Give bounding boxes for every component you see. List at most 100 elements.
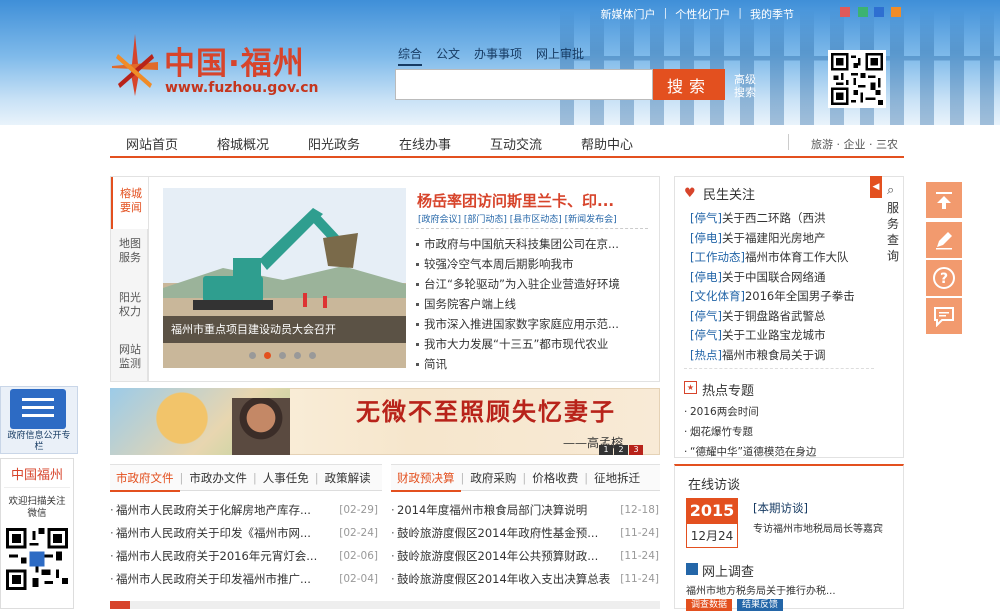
search-icon[interactable]: ⌕ xyxy=(887,183,894,198)
chat-icon[interactable] xyxy=(926,298,962,334)
tab-policy[interactable]: 政策解读 xyxy=(319,470,377,486)
item-title[interactable]: 福州市人民政府关于印发福州市推广... xyxy=(116,572,311,586)
item-title[interactable]: 关于铜盘路省武警总 xyxy=(722,309,826,323)
list-item[interactable]: [停气]关于铜盘路省武警总 xyxy=(690,307,870,327)
banner-title[interactable]: 无微不至照顾失忆妻子 xyxy=(356,392,616,427)
item-title[interactable]: 鼓岭旅游度假区2014年公共预算财政... xyxy=(397,549,598,563)
skin-blue-swatch[interactable] xyxy=(874,7,884,17)
list-item[interactable]: 2014年度福州市粮食局部门决算说明 [12-18] xyxy=(391,499,659,522)
list-item[interactable]: 福州市人民政府关于化解房地产库存... [02-29] xyxy=(110,499,378,522)
side-tab-map[interactable]: 地图服务 xyxy=(111,237,149,265)
list-item[interactable]: “德耀中华”道德模范在身边 xyxy=(684,442,874,462)
carousel-dot[interactable] xyxy=(249,352,256,359)
logo-url[interactable]: www.fuzhou.gov.cn xyxy=(165,80,319,96)
list-item[interactable]: [文化体育]2016年全国男子拳击 xyxy=(690,287,870,307)
carousel-dot[interactable] xyxy=(294,352,301,359)
list-item[interactable]: [热点]福州市粮食局关于调 xyxy=(690,346,870,366)
carousel-dot[interactable] xyxy=(279,352,286,359)
list-item[interactable]: [停气]关于西二环路（西洪 xyxy=(690,209,870,229)
tab-appointments[interactable]: 人事任免 xyxy=(257,470,315,486)
item-tag[interactable]: [工作动态] xyxy=(690,250,745,264)
nav-online-services[interactable]: 在线办事 xyxy=(399,134,451,153)
interview-tag[interactable]: [本期访谈] xyxy=(753,500,808,516)
list-item[interactable]: 我市大力发展“十三五”都市现代农业 xyxy=(416,334,656,354)
list-item[interactable]: 台江“多轮驱动”为入驻企业营造好环境 xyxy=(416,274,656,294)
item-tag[interactable]: [文化体育] xyxy=(690,289,745,303)
carousel-dot-active[interactable] xyxy=(264,352,271,359)
item-title[interactable]: 关于工业路宝龙城市 xyxy=(722,328,826,342)
chevron-left-icon[interactable]: ◀ xyxy=(870,176,882,198)
side-tab-power[interactable]: 阳光权力 xyxy=(111,291,149,319)
list-item[interactable]: 市政府与中国航天科技集团公司在京... xyxy=(416,234,656,254)
interview-link[interactable]: 专访福州市地税局局长等嘉宾 xyxy=(753,520,883,535)
top-icon[interactable] xyxy=(926,182,962,218)
wechat-title[interactable]: 中国福州 xyxy=(4,464,70,488)
logo-text[interactable]: 中国·福州 xyxy=(164,38,305,83)
list-item[interactable]: [停电]关于中国联合网络通 xyxy=(690,268,870,288)
service-query-tab[interactable]: 服务查询 xyxy=(884,200,902,264)
nav-gov-affairs[interactable]: 阳光政务 xyxy=(308,134,360,153)
tab-pricing[interactable]: 价格收费 xyxy=(526,470,584,486)
nav-interaction[interactable]: 互动交流 xyxy=(490,134,542,153)
advanced-search-link[interactable]: 高级搜索 xyxy=(734,73,762,99)
list-item[interactable]: 福州市人民政府关于2016年元宵灯会... [02-06] xyxy=(110,545,378,568)
carousel-dot[interactable] xyxy=(309,352,316,359)
item-tag[interactable]: [停气] xyxy=(690,309,722,323)
list-item[interactable]: 鼓岭旅游度假区2014年政府性基金预... [11-24] xyxy=(391,522,659,545)
headline-link[interactable]: 杨岳率团访问斯里兰卡、印... xyxy=(417,190,614,211)
item-title[interactable]: 福州市人民政府关于2016年元宵灯会... xyxy=(116,549,317,563)
list-item[interactable]: 烟花爆竹专题 xyxy=(684,422,874,442)
item-title[interactable]: 关于福建阳光房地产 xyxy=(722,231,826,245)
survey-data-button[interactable]: 调查数据 xyxy=(686,599,732,611)
edit-icon[interactable] xyxy=(926,222,962,258)
tab-budget[interactable]: 财政预决算 xyxy=(391,470,461,492)
search-tab-all[interactable]: 综合 xyxy=(398,45,423,66)
headline-category-links[interactable]: [政府会议] [部门动态] [县市区动态] [新闻发布会] xyxy=(418,212,617,225)
list-item[interactable]: [停气]关于工业路宝龙城市 xyxy=(690,326,870,346)
item-tag[interactable]: [热点] xyxy=(690,348,722,362)
item-title[interactable]: 福州市体育工作大队 xyxy=(745,250,849,264)
item-title[interactable]: 2014年度福州市粮食局部门决算说明 xyxy=(397,503,587,517)
list-item[interactable]: 简讯 xyxy=(416,354,656,374)
item-title[interactable]: 关于中国联合网络通 xyxy=(722,270,826,284)
help-icon[interactable]: ? xyxy=(926,260,962,296)
banner-page[interactable]: 2 xyxy=(614,445,628,455)
search-tab-affairs[interactable]: 办事事项 xyxy=(474,45,522,66)
logo-icon[interactable] xyxy=(112,34,158,96)
item-title[interactable]: 2016年全国男子拳击 xyxy=(745,289,855,303)
list-item[interactable]: 福州市人民政府关于印发《福州市网... [02-24] xyxy=(110,522,378,545)
top-link-personal[interactable]: 个性化门户 xyxy=(675,6,730,22)
item-title[interactable]: 福州市粮食局关于调 xyxy=(722,348,826,362)
list-item[interactable]: 鼓岭旅游度假区2014年收入支出决算总表 [11-24] xyxy=(391,568,659,591)
search-button[interactable]: 搜索 xyxy=(653,69,725,100)
list-item[interactable]: 较强冷空气本周后期影响我市 xyxy=(416,254,656,274)
top-link-season[interactable]: 我的季节 xyxy=(750,6,794,22)
tab-land[interactable]: 征地拆迁 xyxy=(588,470,646,486)
item-tag[interactable]: [停气] xyxy=(690,328,722,342)
photo-caption[interactable]: 福州市重点项目建设动员大会召开 xyxy=(163,316,406,343)
nav-help[interactable]: 帮助中心 xyxy=(581,134,633,153)
list-item[interactable]: 我市深入推进国家数字家庭应用示范... xyxy=(416,314,656,334)
search-tab-approval[interactable]: 网上审批 xyxy=(536,45,584,66)
search-input[interactable] xyxy=(395,69,653,100)
banner-page-active[interactable]: 3 xyxy=(629,445,643,455)
banner-page[interactable]: 1 xyxy=(599,445,613,455)
side-tab-monitor[interactable]: 网站监测 xyxy=(111,343,149,371)
list-item[interactable]: 2016两会时间 xyxy=(684,402,874,422)
nav-quick-links[interactable]: 旅游 · 企业 · 三农 xyxy=(811,136,898,152)
gov-info-label[interactable]: 政府信息公开专栏 xyxy=(4,431,74,453)
top-link-new-media[interactable]: 新媒体门户 xyxy=(601,6,656,22)
list-item[interactable]: 福州市人民政府关于印发福州市推广... [02-04] xyxy=(110,568,378,591)
list-item[interactable]: [工作动态]福州市体育工作大队 xyxy=(690,248,870,268)
item-tag[interactable]: [停气] xyxy=(690,211,722,225)
list-item[interactable]: [停电]关于福建阳光房地产 xyxy=(690,229,870,249)
item-title[interactable]: 福州市人民政府关于印发《福州市网... xyxy=(116,526,311,540)
survey-link[interactable]: 福州市地方税务局关于推行办税... xyxy=(686,582,836,597)
nav-overview[interactable]: 榕城概况 xyxy=(217,134,269,153)
item-title[interactable]: 鼓岭旅游度假区2014年收入支出决算总表 xyxy=(397,572,610,586)
item-title[interactable]: 关于西二环路（西洪 xyxy=(722,211,826,225)
skin-orange-swatch[interactable] xyxy=(891,7,901,17)
skin-green-swatch[interactable] xyxy=(858,7,868,17)
tab-city-docs[interactable]: 市政府文件 xyxy=(110,470,180,492)
list-item[interactable]: 鼓岭旅游度假区2014年公共预算财政... [11-24] xyxy=(391,545,659,568)
